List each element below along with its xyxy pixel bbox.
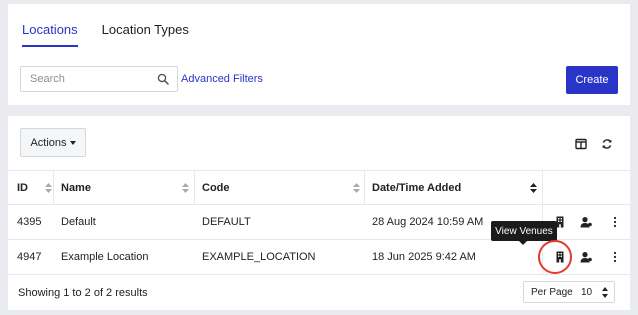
column-header-code[interactable]: Code	[202, 171, 362, 204]
refresh-icon[interactable]	[601, 138, 613, 150]
per-page-select[interactable]: Per Page 10	[523, 281, 615, 303]
column-divider	[53, 171, 54, 204]
caret-down-icon	[69, 140, 76, 145]
table-footer: Showing 1 to 2 of 2 results Per Page 10	[8, 274, 630, 310]
column-divider	[542, 171, 543, 204]
kebab-icon[interactable]	[609, 216, 621, 228]
column-header-id-label: ID	[17, 181, 28, 194]
user-icon[interactable]	[580, 216, 592, 228]
sort-icon[interactable]	[182, 183, 189, 193]
view-venues-tooltip: View Venues	[491, 221, 557, 245]
actions-label: Actions	[30, 136, 67, 149]
kebab-icon[interactable]	[609, 251, 621, 263]
cell-date-added: 28 Aug 2024 10:59 AM	[372, 216, 484, 228]
column-header-date-added[interactable]: Date/Time Added	[372, 171, 542, 204]
sort-desc-icon[interactable]	[530, 183, 537, 193]
highlight-ring	[538, 240, 572, 274]
column-divider	[364, 171, 365, 204]
column-header-name-label: Name	[61, 181, 91, 194]
sort-icon[interactable]	[45, 183, 52, 193]
user-icon[interactable]	[580, 251, 592, 263]
table-row[interactable]: 4947 Example Location EXAMPLE_LOCATION 1…	[8, 239, 630, 274]
row-actions	[549, 205, 630, 239]
per-page-label: Per Page	[531, 286, 573, 298]
column-divider	[194, 171, 195, 204]
search-input[interactable]	[21, 67, 149, 91]
table-panel: Actions ID Name Code Date/Time Added 439…	[8, 116, 630, 310]
cell-id: 4395	[17, 216, 42, 228]
sort-icon[interactable]	[353, 183, 360, 193]
advanced-filters-link[interactable]: Advanced Filters	[181, 73, 263, 85]
results-summary: Showing 1 to 2 of 2 results	[18, 287, 148, 299]
column-header-code-label: Code	[202, 181, 230, 194]
column-header-name[interactable]: Name	[61, 171, 191, 204]
per-page-value: 10	[581, 286, 593, 298]
tab-location-types[interactable]: Location Types	[102, 22, 189, 47]
cell-code: DEFAULT	[202, 216, 251, 228]
cell-id: 4947	[17, 251, 42, 263]
tab-bar: Locations Location Types	[22, 22, 213, 47]
cell-name: Example Location	[61, 251, 149, 263]
column-header-date-added-label: Date/Time Added	[372, 181, 462, 194]
table-header-row: ID Name Code Date/Time Added	[8, 170, 630, 204]
cell-date-added: 18 Jun 2025 9:42 AM	[372, 251, 476, 263]
select-arrows-icon	[602, 287, 608, 298]
search-icon[interactable]	[157, 73, 169, 85]
top-panel: Locations Location Types Advanced Filter…	[8, 4, 630, 105]
tab-locations[interactable]: Locations	[22, 22, 78, 47]
columns-icon[interactable]	[575, 138, 587, 150]
actions-dropdown-button[interactable]: Actions	[20, 128, 86, 157]
search-box	[20, 66, 178, 92]
cell-code: EXAMPLE_LOCATION	[202, 251, 316, 263]
cell-name: Default	[61, 216, 96, 228]
create-button[interactable]: Create	[566, 66, 618, 94]
